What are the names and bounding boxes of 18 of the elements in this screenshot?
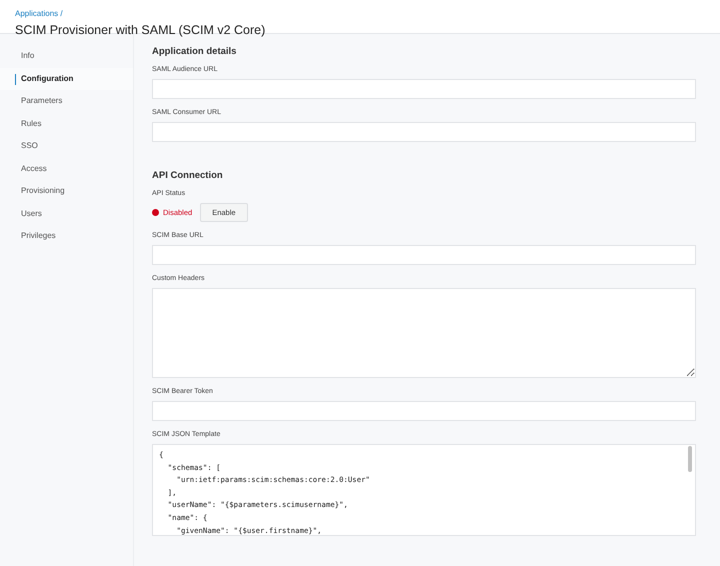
breadcrumb-link[interactable]: Applications / <box>15 9 63 18</box>
input-field[interactable] <box>152 122 696 142</box>
sidebar-item[interactable]: SSO <box>0 135 133 158</box>
input-field[interactable] <box>152 79 696 99</box>
sidebar-item[interactable]: Info <box>0 45 133 68</box>
sidebar-item[interactable]: Access <box>0 158 133 180</box>
sidebar-item[interactable]: Privileges <box>0 225 133 248</box>
sidebar-item[interactable]: Parameters <box>0 90 133 112</box>
sidebar-item[interactable]: Rules <box>0 112 133 135</box>
sidebar-item[interactable]: Provisioning <box>0 180 133 202</box>
text-area[interactable] <box>152 288 696 378</box>
sidebar-item[interactable]: Users <box>0 202 133 225</box>
page-title: SCIM Provisioner with SAML (SCIM v2 Core) <box>15 23 266 37</box>
scrollbar[interactable] <box>688 446 692 472</box>
section-heading: API Connection <box>152 170 224 181</box>
section-heading: Application details <box>152 46 238 57</box>
input-field[interactable] <box>152 245 696 265</box>
input-field[interactable] <box>152 401 696 421</box>
